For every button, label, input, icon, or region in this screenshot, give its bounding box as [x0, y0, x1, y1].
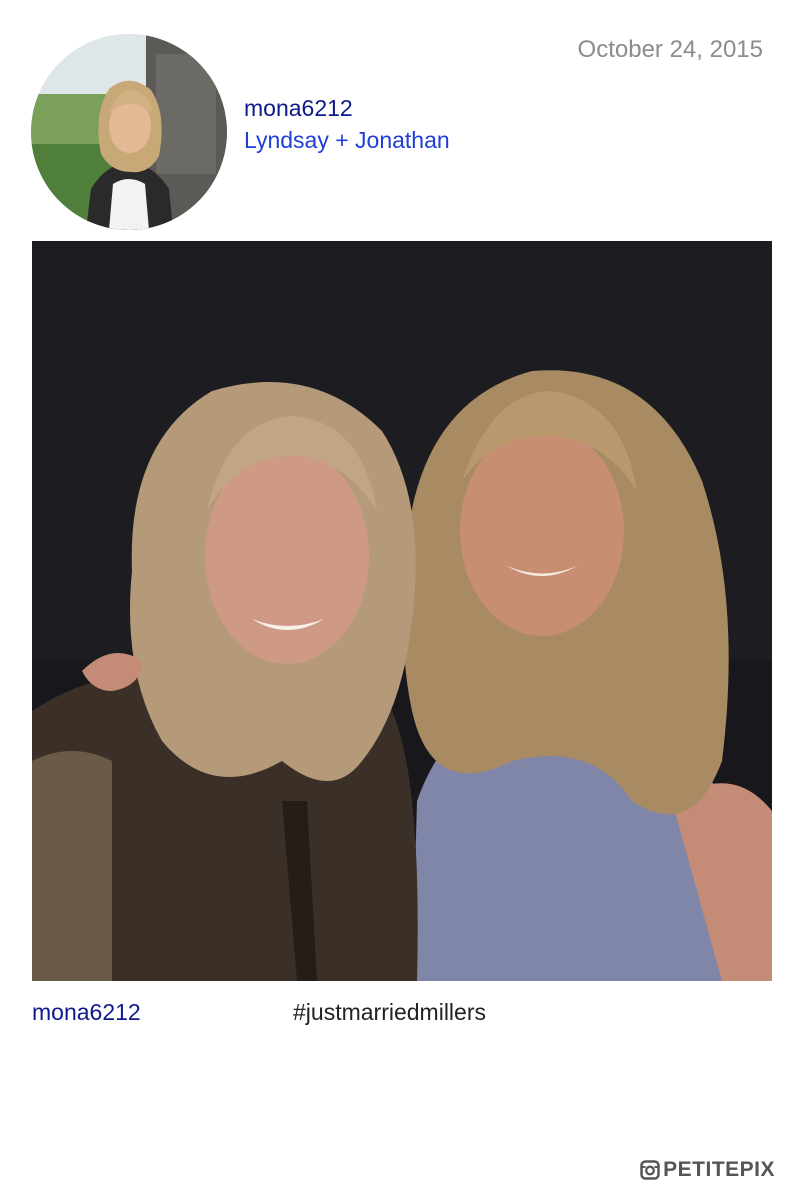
instagram-icon [640, 1160, 660, 1180]
post-date: October 24, 2015 [577, 36, 763, 63]
user-avatar[interactable] [31, 34, 227, 230]
post-hashtag[interactable]: #justmarriedmillers [293, 999, 486, 1026]
post-caption: Lyndsay + Jonathan [244, 127, 450, 153]
username-footer[interactable]: mona6212 [32, 999, 141, 1026]
brand-logo: PETITEPIX [640, 1158, 775, 1182]
photo [32, 241, 772, 981]
post-photo[interactable] [32, 241, 772, 981]
avatar-photo [31, 34, 227, 230]
brand-name: PETITEPIX [663, 1158, 775, 1181]
username-header[interactable]: mona6212 [244, 95, 353, 122]
